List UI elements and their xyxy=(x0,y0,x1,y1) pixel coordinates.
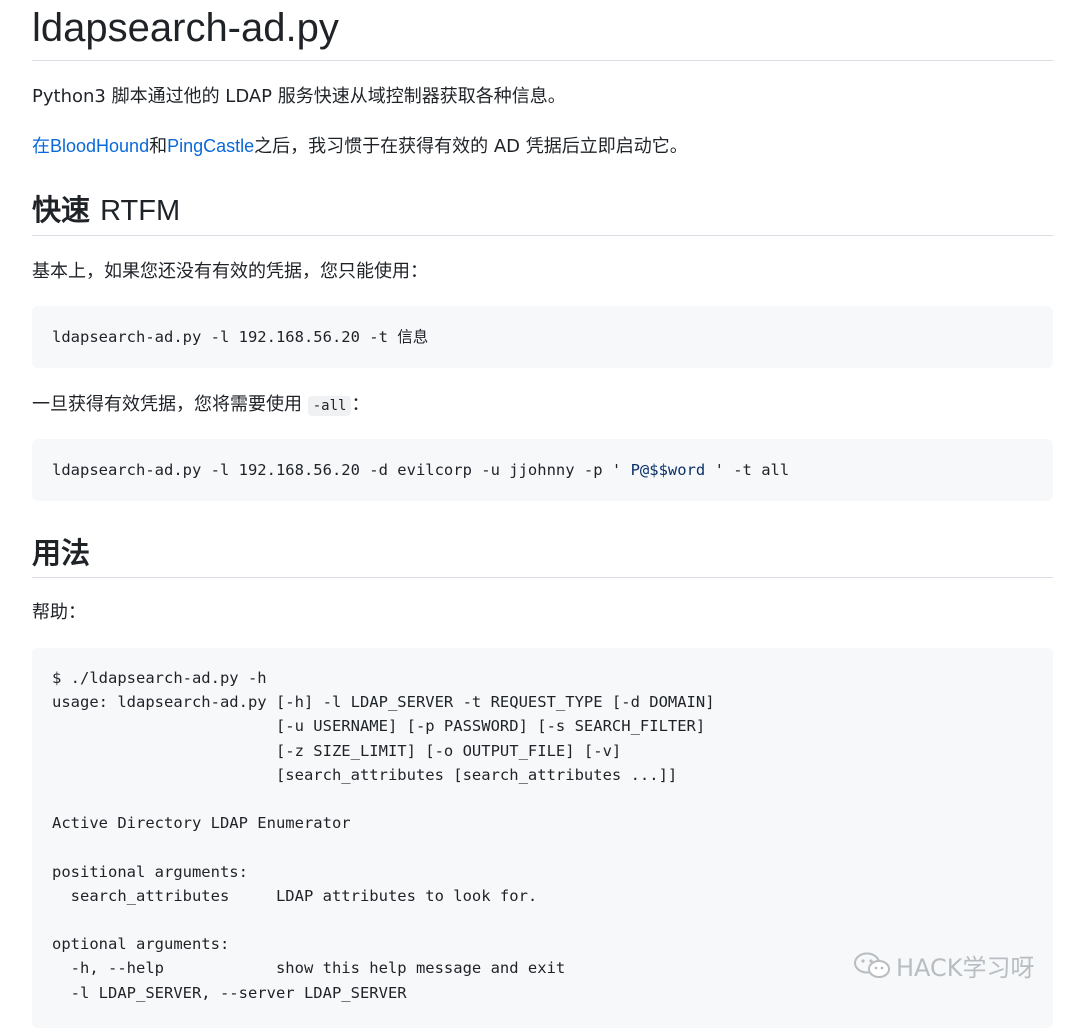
help-line xyxy=(52,835,1033,859)
help-line: $ ./ldapsearch-ad.py -h xyxy=(52,669,267,687)
code-full-password: P@$$word xyxy=(630,461,706,479)
code-full-pre: ldapsearch-ad.py -l 192.168.56.20 -d evi… xyxy=(52,461,631,479)
links-mid: 和 xyxy=(149,136,168,157)
credentials-text: 一旦获得有效凭据，您将需要使用 xyxy=(32,394,302,415)
code-block-basic[interactable]: ldapsearch-ad.py -l 192.168.56.20 -t 信息 xyxy=(32,306,1053,368)
links-prefix: 在 xyxy=(32,136,50,157)
basic-usage-paragraph: 基本上，如果您还没有有效的凭据，您只能使用： xyxy=(32,261,428,282)
section2-divider xyxy=(32,577,1053,578)
credentials-suffix: ： xyxy=(351,394,370,415)
help-line xyxy=(52,908,1033,932)
links-suffix: 之后，我习惯于在获得有效的 AD 凭据后立即启动它。 xyxy=(254,136,688,157)
inline-code-all: -all xyxy=(307,396,352,416)
section1-divider xyxy=(32,235,1053,236)
help-paragraph: 帮助： xyxy=(32,602,86,623)
title-divider xyxy=(32,60,1053,61)
wechat-icon xyxy=(852,951,892,987)
watermark: HACK学习呀 xyxy=(852,948,1035,987)
code-full-post: ' -t all xyxy=(705,461,790,479)
help-line: positional arguments: xyxy=(52,862,248,881)
heading-cn: 快速 xyxy=(32,193,91,227)
credentials-paragraph: 一旦获得有效凭据，您将需要使用 -all： xyxy=(32,391,369,420)
help-line xyxy=(52,787,1033,811)
help-line: [-z SIZE_LIMIT] [-o OUTPUT_FILE] [-v] xyxy=(52,741,622,760)
help-line: search_attributes LDAP attributes to loo… xyxy=(52,886,538,905)
bloodhound-link[interactable]: BloodHound xyxy=(50,136,149,156)
links-paragraph: 在BloodHound和PingCastle之后，我习惯于在获得有效的 AD 凭… xyxy=(32,132,688,161)
code-basic-text: ldapsearch-ad.py -l 192.168.56.20 -t 信息 xyxy=(52,328,429,346)
code-block-full[interactable]: ldapsearch-ad.py -l 192.168.56.20 -d evi… xyxy=(32,439,1053,501)
help-line: Active Directory LDAP Enumerator xyxy=(52,814,351,833)
help-line: [-u USERNAME] [-p PASSWORD] [-s SEARCH_F… xyxy=(52,717,706,736)
pingcastle-link[interactable]: PingCastle xyxy=(167,136,254,156)
intro-paragraph: Python3 脚本通过他的 LDAP 服务快速从域控制器获取各种信息。 xyxy=(32,86,566,107)
heading-en: RTFM xyxy=(100,195,181,227)
section-heading-usage: 用法 xyxy=(32,536,91,570)
help-line: usage: ldapsearch-ad.py [-h] -l LDAP_SER… xyxy=(52,693,715,712)
help-line: [search_attributes [search_attributes ..… xyxy=(52,765,678,784)
page-title: ldapsearch-ad.py xyxy=(32,6,339,50)
watermark-text: HACK学习呀 xyxy=(896,954,1035,982)
section-heading-quick-rtfm: 快速 RTFM xyxy=(32,190,180,231)
